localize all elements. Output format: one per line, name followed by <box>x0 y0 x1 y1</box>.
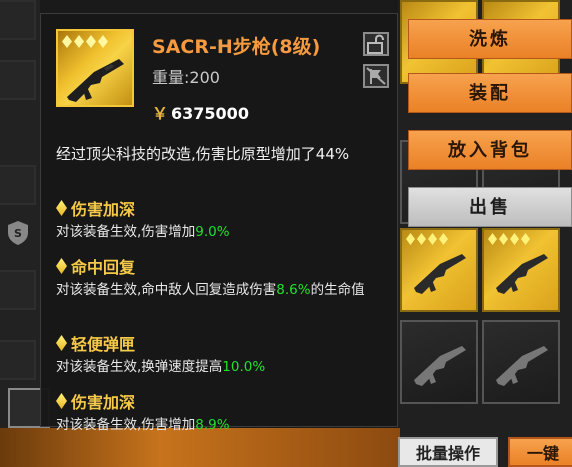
weight-value: 200 <box>189 68 220 87</box>
trait-description: 对该装备生效,换弹速度提高10.0% <box>56 359 266 375</box>
rifle-icon <box>414 346 466 386</box>
trait-description: 对该装备生效,伤害增加9.0% <box>56 224 230 240</box>
diamond-icon <box>98 35 108 48</box>
svg-text:S: S <box>14 227 22 240</box>
diamond-icon <box>56 200 67 216</box>
trait-4: 伤害加深 对该装备生效,伤害增加8.9% <box>56 390 391 435</box>
diamond-icon <box>62 35 72 48</box>
diamond-icon <box>74 35 84 48</box>
quality-diamonds <box>62 35 108 48</box>
background-inventory-right <box>398 0 572 467</box>
inventory-slot-rifle[interactable] <box>400 320 478 404</box>
trait-title: 轻便弹匣 <box>56 332 391 354</box>
item-name: SACR-H步枪(8级) <box>152 36 321 58</box>
rifle-icon <box>414 254 466 294</box>
inventory-slot[interactable] <box>0 0 36 40</box>
item-price: ￥ 6375000 <box>152 100 249 124</box>
quality-diamonds <box>406 233 448 245</box>
refine-button[interactable]: 洗炼 <box>408 19 572 59</box>
trait-title-text: 伤害加深 <box>71 200 136 219</box>
equip-button[interactable]: 装配 <box>408 73 572 113</box>
price-value: 6375000 <box>171 104 249 123</box>
shield-icon: S <box>6 220 30 246</box>
diamond-icon <box>56 393 67 409</box>
trait-title: 命中回复 <box>56 255 391 277</box>
trait-title-text: 命中回复 <box>71 258 136 277</box>
no-flag-icon[interactable] <box>363 64 389 88</box>
put-in-backpack-button[interactable]: 放入背包 <box>408 130 572 170</box>
trait-3: 轻便弹匣 对该装备生效,换弹速度提高10.0% <box>56 332 391 377</box>
rifle-icon <box>496 346 548 386</box>
sell-button[interactable]: 出售 <box>408 187 572 227</box>
trait-title-text: 轻便弹匣 <box>71 335 136 354</box>
one-key-button[interactable]: 一键 <box>508 437 572 467</box>
inventory-slot[interactable] <box>0 340 36 380</box>
rifle-icon <box>496 254 548 294</box>
inventory-slot-rifle[interactable] <box>482 228 560 312</box>
trait-2: 命中回复 对该装备生效,命中敌人回复造成伤害8.6%的生命值 <box>56 255 391 300</box>
batch-operation-button[interactable]: 批量操作 <box>398 437 498 467</box>
inventory-screen: S 洗炼 装配 放入背包 出售 批量操作 一键 SACR-H步枪(8级) 重量:… <box>0 0 572 467</box>
diamond-icon <box>86 35 96 48</box>
rifle-icon <box>67 59 124 102</box>
trait-1: 伤害加深 对该装备生效,伤害增加9.0% <box>56 197 391 242</box>
trait-title-text: 伤害加深 <box>71 393 136 412</box>
inventory-slot-rifle[interactable] <box>400 228 478 312</box>
inventory-slot-rifle[interactable] <box>482 320 560 404</box>
item-weight: 重量:200 <box>152 64 220 88</box>
inventory-slot[interactable] <box>0 60 36 100</box>
trait-value: 8.9% <box>195 417 230 433</box>
item-tooltip: SACR-H步枪(8级) 重量:200 ￥ 6375000 经过顶尖科技的改造,伤… <box>40 13 398 433</box>
inventory-slot[interactable] <box>0 270 36 310</box>
inventory-slot[interactable] <box>0 165 36 205</box>
trait-title: 伤害加深 <box>56 390 391 412</box>
weight-label: 重量: <box>152 68 190 87</box>
item-icon <box>56 29 134 107</box>
trait-title: 伤害加深 <box>56 197 391 219</box>
diamond-icon <box>56 335 67 351</box>
trait-description: 对该装备生效,伤害增加8.9% <box>56 417 230 433</box>
item-description: 经过顶尖科技的改造,伤害比原型增加了44% <box>56 145 350 163</box>
diamond-icon <box>56 258 67 274</box>
trait-value: 10.0% <box>222 359 266 375</box>
currency-symbol: ￥ <box>152 104 169 123</box>
trait-description: 对该装备生效,命中敌人回复造成伤害8.6%的生命值 <box>56 282 365 298</box>
lock-icon[interactable] <box>363 32 389 56</box>
quality-diamonds <box>488 233 530 245</box>
trait-value: 8.6% <box>276 282 311 298</box>
trait-value: 9.0% <box>195 224 230 240</box>
